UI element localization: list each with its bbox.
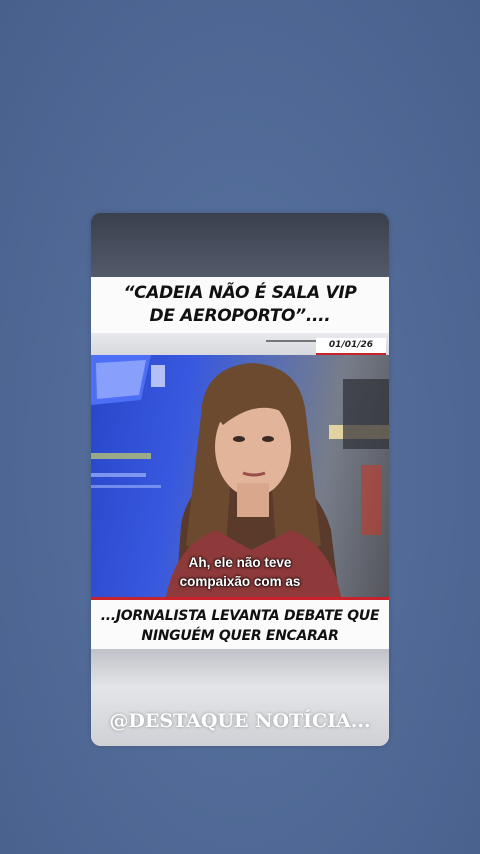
subheadline-banner: ...JORNALISTA LEVANTA DEBATE QUE NINGUÉM… [91, 597, 389, 652]
caption-line-2: compaixão com as [179, 574, 301, 589]
headline-banner: “CADEIA NÃO É SALA VIP DE AEROPORTO”.... [91, 277, 389, 333]
date-bar: 01/01/26 [91, 333, 389, 355]
subheadline-text: ...JORNALISTA LEVANTA DEBATE QUE NINGUÉM… [100, 608, 380, 644]
studio-led-strip [91, 453, 151, 459]
studio-monitor [343, 379, 389, 449]
post-card[interactable]: “CADEIA NÃO É SALA VIP DE AEROPORTO”....… [91, 213, 389, 746]
studio-lamp [151, 365, 165, 387]
video-frame[interactable]: Ah, ele não teve compaixão com as [91, 355, 389, 597]
bottom-band: @DESTAQUE NOTÍCIA... [91, 649, 389, 746]
headline-text: “CADEIA NÃO É SALA VIP DE AEROPORTO”.... [123, 283, 357, 326]
studio-led-strip-2 [91, 473, 146, 477]
date-rule [266, 340, 318, 342]
subtitle-caption: Ah, ele não teve compaixão com as [91, 553, 389, 597]
date-tag: 01/01/26 [316, 338, 386, 355]
watermark-text: @DESTAQUE NOTÍCIA... [109, 710, 371, 732]
top-band [91, 213, 389, 277]
studio-light-glow [96, 360, 146, 399]
studio-led-strip-3 [91, 485, 161, 488]
caption-line-1: Ah, ele não teve [188, 555, 292, 570]
studio-red-panel [361, 465, 381, 535]
